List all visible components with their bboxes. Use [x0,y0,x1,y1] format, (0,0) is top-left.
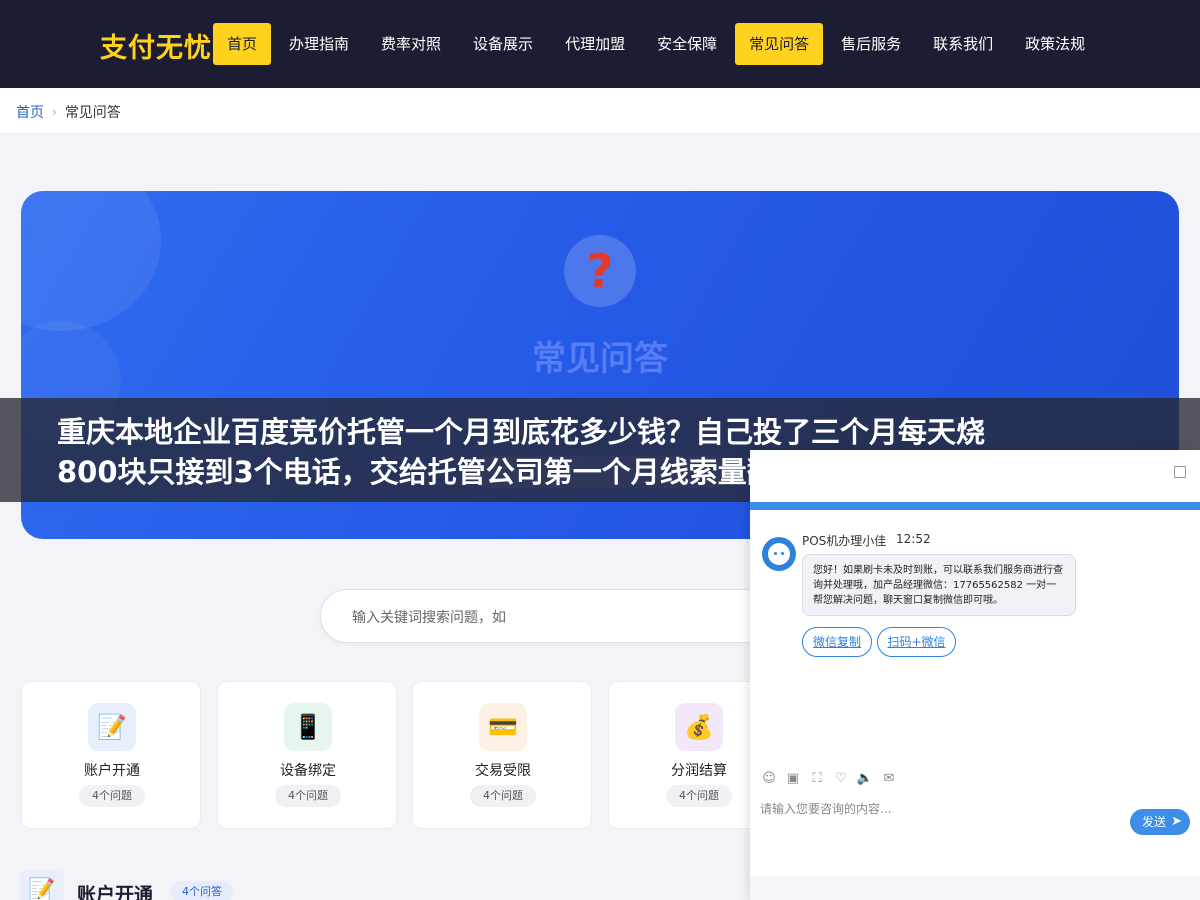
category-count: 4个问题 [79,785,145,807]
nav-link-policy[interactable]: 政策法规 [1011,23,1099,65]
scan-wechat-button[interactable]: 扫码+微信 [877,627,956,657]
rating-icon[interactable]: ♡ [832,770,850,788]
hero-title: 常见问答 [532,339,668,379]
breadcrumb-current: 常见问答 [64,105,121,121]
send-button[interactable]: 发送 ➤ [1130,809,1190,835]
chat-widget: POS机办理小佳 12:52 您好！如果刷卡未及时到账，可以联系我们服务商进行查… [750,450,1200,900]
wechat-icon[interactable]: ✉ [880,770,898,788]
image-icon[interactable]: ▣ [784,770,802,788]
sound-icon[interactable]: 🔈 [856,770,874,788]
agent-name: POS机办理小佳 [802,534,887,548]
site-logo[interactable]: 支付无忧 [100,26,212,65]
top-nav: 支付无忧 首页 办理指南 费率对照 设备展示 代理加盟 安全保障 常见问答 售后… [0,0,1200,88]
article-title-line-1: 重庆本地企业百度竞价托管一个月到底花多少钱？自己投了三个月每天烧 [57,415,986,449]
money-bag-icon: 💰 [675,703,723,751]
agent-avatar [762,537,796,571]
memo-icon: 📝 [88,703,136,751]
chat-header-bar [750,502,1200,510]
category-count: 4个问题 [275,785,341,807]
breadcrumb-bar: 首页 › 常见问答 [0,88,1200,134]
nav-link-contact[interactable]: 联系我们 [919,23,1007,65]
chat-message-bubble: 您好！如果刷卡未及时到账，可以联系我们服务商进行查询并处理哦，加产品经理微信：1… [802,554,1076,616]
chat-input[interactable]: 请输入您要咨询的内容... [760,800,891,817]
nav-link-home[interactable]: 首页 [213,23,272,65]
copy-wechat-button[interactable]: 微信复制 [802,627,872,657]
maximize-icon[interactable] [1174,466,1186,478]
section-badge: 4个问答 [171,881,233,900]
nav-link-rates[interactable]: 费率对照 [367,23,455,65]
send-label: 发送 [1142,815,1167,829]
avatar-face-icon [768,543,790,565]
category-card-transaction[interactable]: 💳 交易受限 4个问题 [412,681,592,829]
breadcrumb-home[interactable]: 首页 [16,102,44,122]
message-time: 12:52 [896,532,931,546]
chat-toolbar: ☺ ▣ ⛶ ♡ 🔈 ✉ [760,770,904,788]
question-mark-icon: ? [564,235,636,307]
category-name: 设备绑定 [280,763,336,779]
section-title: 账户开通 [77,884,154,900]
memo-icon: 📝 [20,870,64,900]
nav-link-security[interactable]: 安全保障 [643,23,731,65]
chat-footer [750,876,1200,900]
emoji-icon[interactable]: ☺ [760,770,778,788]
mobile-phone-icon: 📱 [284,703,332,751]
nav-link-guide[interactable]: 办理指南 [275,23,363,65]
screenshot-icon[interactable]: ⛶ [808,770,826,788]
category-card-device[interactable]: 📱 设备绑定 4个问题 [217,681,397,829]
category-name: 账户开通 [84,763,140,779]
nav-link-faq[interactable]: 常见问答 [735,23,824,65]
send-arrow-icon: ➤ [1171,814,1182,829]
nav-links: 首页 办理指南 费率对照 设备展示 代理加盟 安全保障 常见问答 售后服务 联系… [213,23,1103,65]
category-count: 4个问题 [666,785,732,807]
search-placeholder: 输入关键词搜索问题，如 [352,610,506,626]
category-card-account[interactable]: 📝 账户开通 4个问题 [21,681,201,829]
chat-header [750,450,1200,502]
category-name: 交易受限 [475,763,531,779]
credit-card-icon: 💳 [479,703,527,751]
breadcrumb-separator: › [52,105,57,119]
nav-link-devices[interactable]: 设备展示 [459,23,547,65]
decor-circle [21,191,161,331]
category-count: 4个问题 [470,785,536,807]
nav-link-aftersales[interactable]: 售后服务 [827,23,915,65]
breadcrumb: 首页 › 常见问答 [16,102,121,122]
nav-link-agent[interactable]: 代理加盟 [551,23,639,65]
